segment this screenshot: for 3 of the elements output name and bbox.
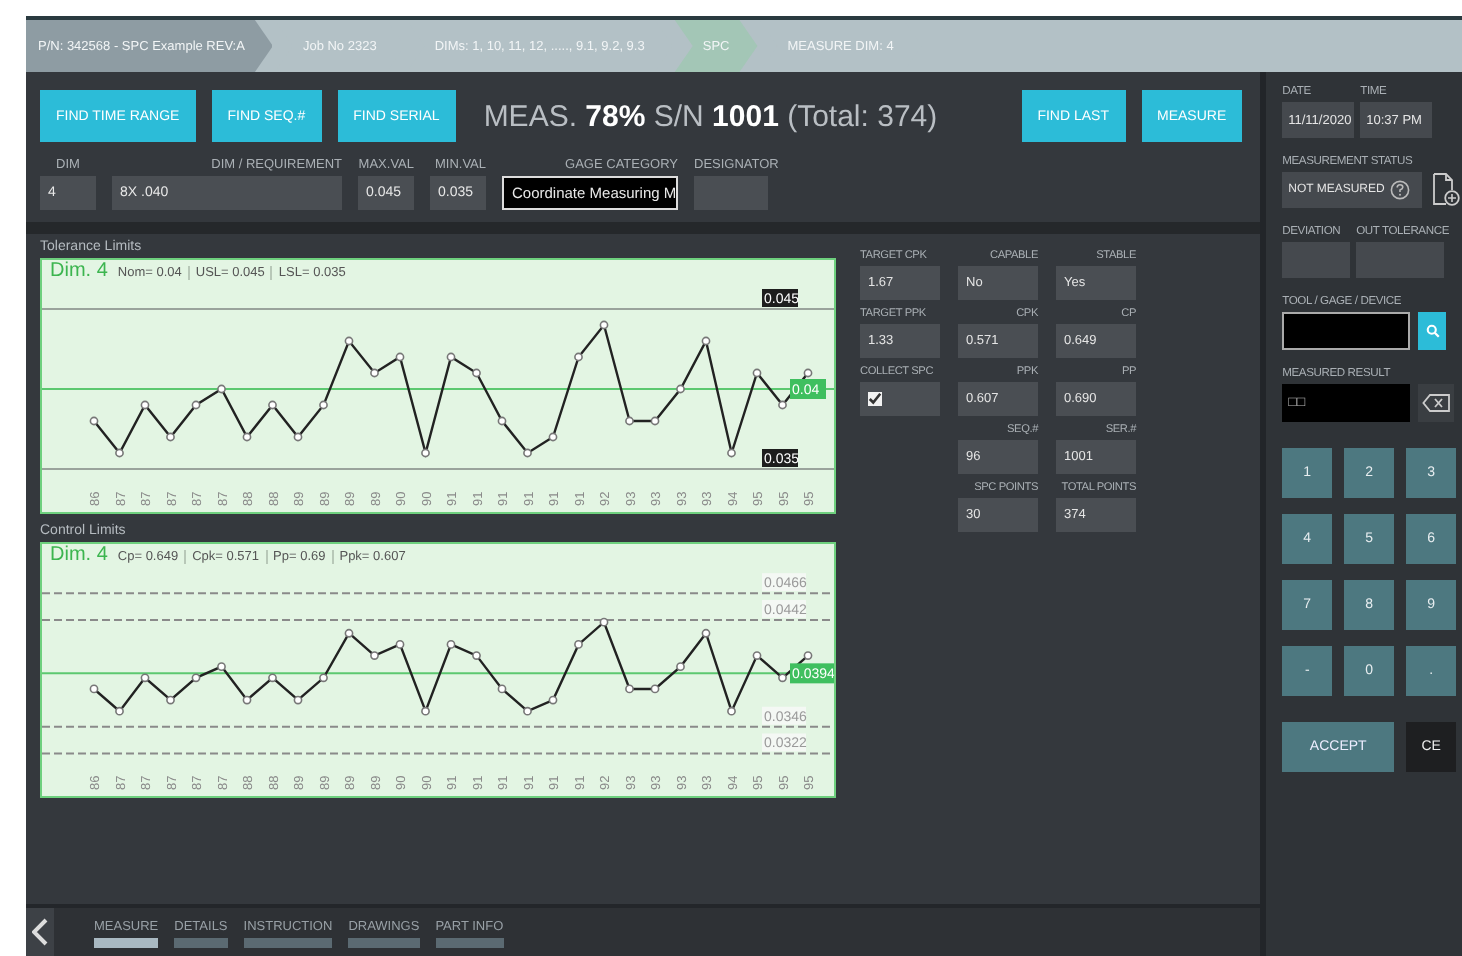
chart-heading: Dim. 4	[50, 544, 108, 566]
measurement-headline: MEAS. 78% S/N 1001 (Total: 374)	[483, 99, 938, 133]
chart-heading: Dim. 4	[50, 260, 108, 282]
